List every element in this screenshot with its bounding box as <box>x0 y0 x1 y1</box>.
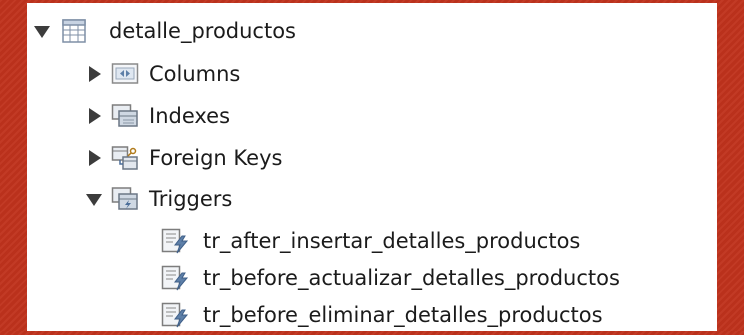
tree-item-trigger[interactable]: tr_before_eliminar_detalles_productos <box>161 295 603 335</box>
columns-icon <box>111 61 139 87</box>
indexes-icon <box>111 103 139 129</box>
tree-item-trigger[interactable]: tr_before_actualizar_detalles_productos <box>161 258 620 298</box>
tree-item-trigger[interactable]: tr_after_insertar_detalles_productos <box>161 221 580 261</box>
triggers-label: Triggers <box>149 187 233 211</box>
foreign-keys-icon <box>111 145 139 171</box>
tree-item-foreign-keys[interactable]: Foreign Keys <box>83 138 282 178</box>
tree-item-triggers[interactable]: Triggers <box>83 179 232 219</box>
trigger-icon <box>161 302 189 328</box>
collapse-arrow-icon[interactable] <box>83 63 105 85</box>
trigger-label: tr_before_actualizar_detalles_productos <box>203 266 620 290</box>
schema-tree-panel: detalle_productos Columns Indexes Foreig… <box>27 3 717 331</box>
trigger-label: tr_after_insertar_detalles_productos <box>203 229 581 253</box>
indexes-label: Indexes <box>149 104 231 128</box>
tree-item-indexes[interactable]: Indexes <box>83 96 230 136</box>
columns-label: Columns <box>149 62 241 86</box>
trigger-label: tr_before_eliminar_detalles_productos <box>203 303 603 327</box>
collapse-arrow-icon[interactable] <box>83 147 105 169</box>
trigger-icon <box>161 228 189 254</box>
collapse-arrow-icon[interactable] <box>83 105 105 127</box>
tree-item-table[interactable]: detalle_productos <box>31 11 296 51</box>
trigger-icon <box>161 265 189 291</box>
triggers-icon <box>111 186 139 212</box>
table-label: detalle_productos <box>109 19 297 43</box>
expand-arrow-icon[interactable] <box>83 188 105 210</box>
tree-item-columns[interactable]: Columns <box>83 54 240 94</box>
table-icon <box>61 18 87 44</box>
foreign-keys-label: Foreign Keys <box>149 146 283 170</box>
expand-arrow-icon[interactable] <box>31 20 53 42</box>
